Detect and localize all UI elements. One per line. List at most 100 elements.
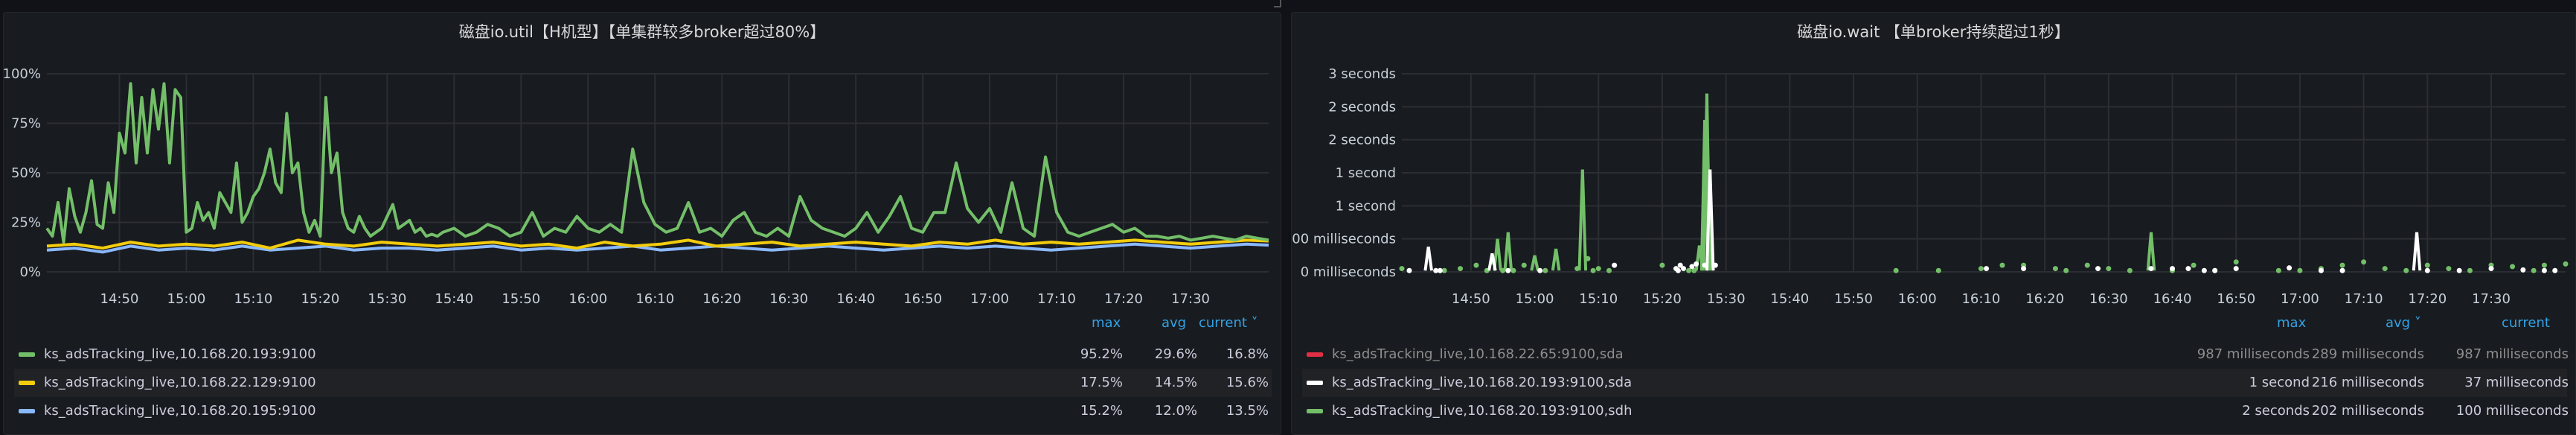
legend-header-avg[interactable]: avg xyxy=(1162,315,1186,331)
series-point-2[interactable] xyxy=(2563,261,2569,267)
series-point-1[interactable] xyxy=(1537,267,1543,273)
series-point-2[interactable] xyxy=(2446,266,2452,272)
legend-swatch xyxy=(1307,352,1323,357)
series-point-2[interactable] xyxy=(2382,266,2388,272)
legend-header-current[interactable]: current ˅ xyxy=(1199,315,1258,331)
series-spike-2[interactable] xyxy=(1506,232,1513,271)
series-point-2[interactable] xyxy=(2233,259,2239,265)
series-spike-2[interactable] xyxy=(1554,248,1561,271)
series-point-1[interactable] xyxy=(1612,262,1618,268)
series-point-2[interactable] xyxy=(2052,266,2058,272)
series-point-1[interactable] xyxy=(2201,267,2207,273)
series-point-2[interactable] xyxy=(1458,266,1464,272)
legend-header-max[interactable]: max xyxy=(2277,315,2306,331)
series-spike-2[interactable] xyxy=(1580,169,1588,271)
series-point-2[interactable] xyxy=(2084,262,2090,268)
series-point-1[interactable] xyxy=(2339,267,2345,273)
series-point-2[interactable] xyxy=(1510,267,1516,273)
series-point-1[interactable] xyxy=(1406,267,1412,273)
x-tick-label: 16:00 xyxy=(1898,291,1937,307)
series-point-2[interactable] xyxy=(1473,262,1479,268)
series-point-2[interactable] xyxy=(2403,267,2409,273)
legend-series-name[interactable]: ks_adsTracking_live,10.168.20.195:9100 xyxy=(44,403,316,419)
legend-max-value: 1 second xyxy=(2249,375,2310,390)
series-point-2[interactable] xyxy=(1521,262,1527,268)
legend-row[interactable]: ks_adsTracking_live,10.168.20.193:9100,s… xyxy=(1302,369,2569,397)
series-point-1[interactable] xyxy=(2148,266,2154,272)
series-point-2[interactable] xyxy=(1585,255,1591,261)
legend-series-name[interactable]: ks_adsTracking_live,10.168.22.129:9100 xyxy=(44,375,316,390)
series-point-2[interactable] xyxy=(1606,267,1612,273)
series-point-1[interactable] xyxy=(2021,266,2027,272)
series-spike-2[interactable] xyxy=(2149,232,2156,271)
series-point-1[interactable] xyxy=(2185,266,2191,272)
series-point-1[interactable] xyxy=(2552,267,2558,273)
series-point-2[interactable] xyxy=(1399,266,1405,272)
series-line-0[interactable] xyxy=(45,82,1269,244)
series-point-1[interactable] xyxy=(1694,261,1699,267)
series-point-1[interactable] xyxy=(2424,267,2430,273)
series-point-2[interactable] xyxy=(1590,267,1596,273)
series-point-2[interactable] xyxy=(2467,267,2473,273)
x-tick-label: 14:50 xyxy=(1452,291,1490,307)
legend-header-max[interactable]: max xyxy=(1092,315,1121,331)
series-point-2[interactable] xyxy=(2275,267,2281,273)
series-point-1[interactable] xyxy=(2456,267,2462,273)
legend-row[interactable]: ks_adsTracking_live,10.168.22.129:9100 17… xyxy=(14,369,1272,397)
x-tick-label: 16:50 xyxy=(903,291,942,307)
series-point-1[interactable] xyxy=(2233,266,2239,272)
series-point-1[interactable] xyxy=(2287,265,2293,271)
series-point-1[interactable] xyxy=(2212,267,2218,273)
series-point-2[interactable] xyxy=(2339,262,2345,268)
series-point-2[interactable] xyxy=(1659,262,1665,268)
legend-series-name[interactable]: ks_adsTracking_live,10.168.22.65:9100,sd… xyxy=(1332,346,1624,362)
series-point-2[interactable] xyxy=(2191,262,2197,268)
legend-row[interactable]: ks_adsTracking_live,10.168.22.65:9100,sd… xyxy=(1302,340,2569,369)
series-point-2[interactable] xyxy=(1893,267,1899,273)
series-spike-1[interactable] xyxy=(1426,247,1433,271)
series-point-2[interactable] xyxy=(2106,266,2112,272)
series-point-2[interactable] xyxy=(2297,267,2303,273)
series-point-2[interactable] xyxy=(2510,264,2516,270)
series-point-2[interactable] xyxy=(1978,266,1984,272)
series-point-2[interactable] xyxy=(2063,267,2069,273)
series-point-1[interactable] xyxy=(1681,266,1687,272)
series-point-2[interactable] xyxy=(2531,267,2537,273)
legend-header-current[interactable]: current xyxy=(2502,315,2550,331)
series-point-1[interactable] xyxy=(1675,267,1681,273)
series-point-1[interactable] xyxy=(2520,267,2526,273)
series-point-2[interactable] xyxy=(1999,262,2005,268)
series-point-2[interactable] xyxy=(1542,267,1548,273)
resize-handle[interactable] xyxy=(1274,0,1281,7)
series-point-2[interactable] xyxy=(2127,267,2133,273)
series-point-1[interactable] xyxy=(2095,266,2101,272)
legend-row[interactable]: ks_adsTracking_live,10.168.20.193:9100 95… xyxy=(14,340,1272,369)
series-point-1[interactable] xyxy=(2170,266,2176,272)
series-point-1[interactable] xyxy=(2488,266,2494,272)
series-point-2[interactable] xyxy=(2361,259,2367,265)
legend-row[interactable]: ks_adsTracking_live,10.168.20.193:9100,s… xyxy=(1302,397,2569,425)
series-spike-2[interactable] xyxy=(1496,238,1502,271)
legend-series-name[interactable]: ks_adsTracking_live,10.168.20.193:9100,s… xyxy=(1332,375,1632,390)
legend-max-value: 95.2% xyxy=(1080,346,1123,362)
legend-series-name[interactable]: ks_adsTracking_live,10.168.20.193:9100 xyxy=(44,346,316,362)
series-point-1[interactable] xyxy=(1437,267,1443,273)
io-wait-chart[interactable]: 0 milliseconds 500 milliseconds 1 second 1 … xyxy=(1292,13,2575,311)
x-tick-label: 16:40 xyxy=(836,291,875,307)
y-tick-label: 0% xyxy=(19,264,41,280)
x-tick-label: 15:10 xyxy=(234,291,272,307)
legend-header-avg[interactable]: avg ˅ xyxy=(2386,315,2421,331)
series-point-1[interactable] xyxy=(1984,266,1990,272)
io-util-chart[interactable]: 0% 25% 50% 75% 100% 14:50 15:00 15:10 15:20 15:30… xyxy=(4,13,1281,311)
series-point-2[interactable] xyxy=(1595,266,1601,272)
series-point-1[interactable] xyxy=(1505,267,1511,273)
series-point-2[interactable] xyxy=(2541,262,2547,268)
series-point-1[interactable] xyxy=(1712,262,1718,268)
series-point-2[interactable] xyxy=(2424,262,2430,268)
series-point-1[interactable] xyxy=(2318,267,2324,273)
legend-series-name[interactable]: ks_adsTracking_live,10.168.20.193:9100,s… xyxy=(1332,403,1633,419)
series-point-1[interactable] xyxy=(2541,267,2547,273)
legend-row[interactable]: ks_adsTracking_live,10.168.20.195:9100 15… xyxy=(14,397,1272,425)
series-spike-1[interactable] xyxy=(2415,232,2422,271)
series-point-2[interactable] xyxy=(1935,267,1941,273)
